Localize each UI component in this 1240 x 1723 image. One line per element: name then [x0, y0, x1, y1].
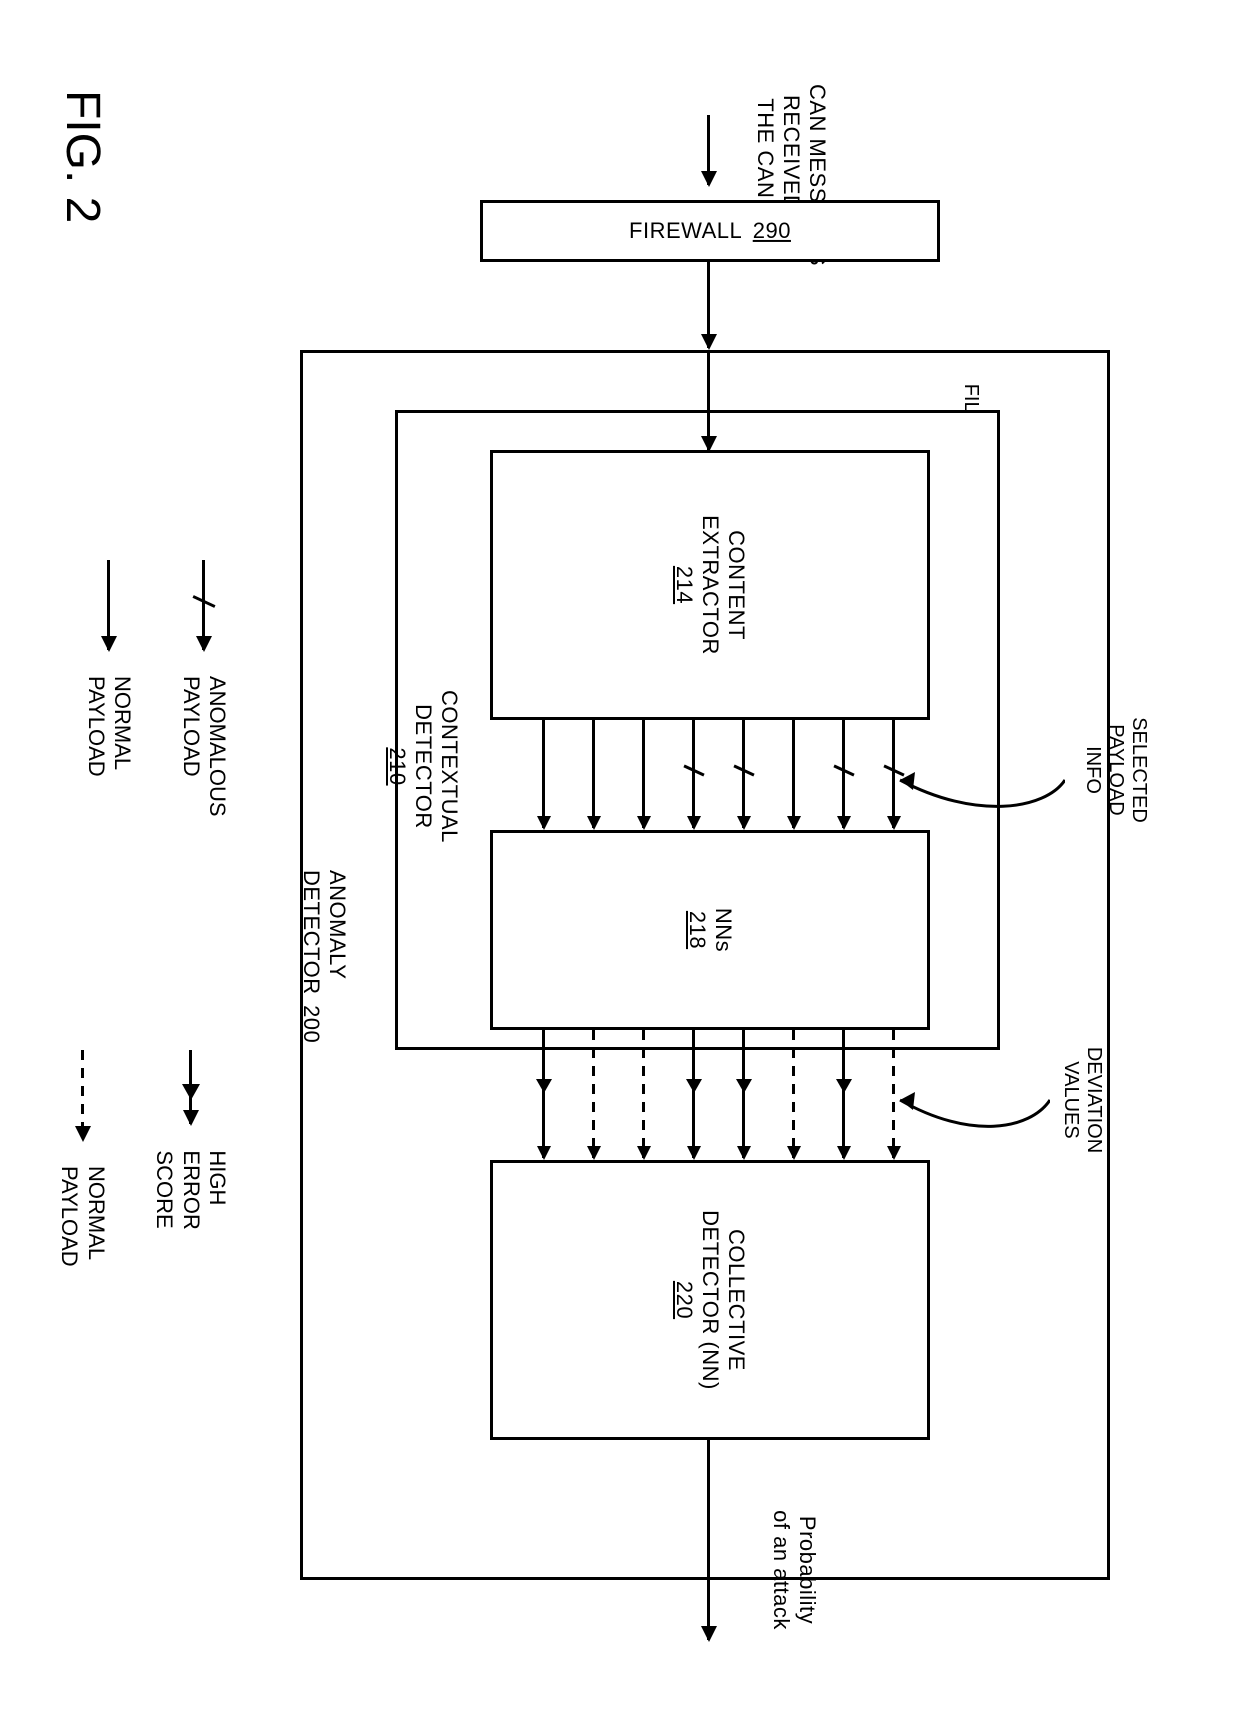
arrow-ce-nn-4	[742, 720, 745, 828]
leader-selected	[895, 740, 1065, 830]
legend-col-left: ANOMALOUS PAYLOAD NORMAL PAYLOAD	[82, 560, 230, 817]
contextual-detector-label: CONTEXTUAL DETECTOR 210	[384, 690, 462, 843]
arrow-ce-nn-5	[692, 720, 695, 828]
arrow-ce-nn-6	[642, 720, 645, 828]
firewall-ref: 290	[753, 218, 791, 243]
arrow-nn-cd-4	[742, 1030, 745, 1158]
legend-anomalous: ANOMALOUS PAYLOAD	[177, 560, 230, 817]
legend-normal-dashed: NORMAL PAYLOAD	[56, 1050, 109, 1267]
arrow-ce-nn-8	[542, 720, 545, 828]
firewall-name: FIREWALL	[629, 218, 742, 243]
anomaly-detector-ref: 200	[299, 1005, 324, 1043]
deviation-values-label: DEVIATION VALUES	[1059, 1010, 1105, 1190]
arrow-nn-cd-8	[542, 1030, 545, 1158]
arrow-nn-cd-6	[642, 1030, 645, 1158]
arrow-ce-nn-7	[592, 720, 595, 828]
legend-col-right: HIGH ERROR SCORE NORMAL PAYLOAD	[56, 1050, 230, 1267]
arrow-ce-nn-2	[842, 720, 845, 828]
arrow-nn-cd-3	[792, 1030, 795, 1158]
selected-payload-label: SELECTED PAYLOAD INFO	[1081, 680, 1150, 860]
anomaly-detector-label: ANOMALY DETECTOR 200	[298, 870, 350, 1043]
legend-anomalous-arrow	[202, 560, 205, 650]
arrow-nn-cd-5	[692, 1030, 695, 1158]
nns-ref: 218	[684, 911, 710, 949]
firewall-box: FIREWALL 290	[480, 200, 940, 262]
collective-detector-ref: 220	[671, 1281, 697, 1319]
collective-detector-name: COLLECTIVE DETECTOR (NN)	[697, 1210, 749, 1390]
legend-high-error: HIGH ERROR SCORE	[151, 1050, 230, 1267]
contextual-detector-name: CONTEXTUAL DETECTOR	[410, 690, 462, 843]
arrow-output	[707, 1440, 710, 1640]
legend-normal-solid-text: NORMAL PAYLOAD	[82, 676, 135, 777]
nns-box: NNs 218	[490, 830, 930, 1030]
figure-label: FIG. 2	[55, 90, 110, 223]
content-extractor-name: CONTENT EXTRACTOR	[697, 515, 749, 655]
arrow-nn-cd-2	[842, 1030, 845, 1158]
leader-deviation	[895, 1060, 1050, 1150]
contextual-detector-ref: 210	[384, 690, 410, 843]
output-label: Probability of an attack	[768, 1470, 820, 1670]
legend-high-error-arrow	[189, 1050, 192, 1124]
anomaly-detector-name: ANOMALY DETECTOR	[299, 870, 350, 995]
content-extractor-ref: 214	[671, 566, 697, 604]
legend-high-error-text: HIGH ERROR SCORE	[151, 1150, 230, 1266]
nns-name: NNs	[710, 908, 736, 952]
arrow-firewall-to-detector	[707, 262, 710, 348]
legend-normal-dashed-text: NORMAL PAYLOAD	[56, 1166, 109, 1267]
arrow-nn-cd-7	[592, 1030, 595, 1158]
content-extractor-box: CONTENT EXTRACTOR 214	[490, 450, 930, 720]
legend-normal-dashed-arrow	[81, 1050, 84, 1140]
legend-normal-solid: NORMAL PAYLOAD	[82, 560, 135, 817]
arrow-into-firewall	[707, 115, 710, 185]
arrow-ce-nn-3	[792, 720, 795, 828]
collective-detector-box: COLLECTIVE DETECTOR (NN) 220	[490, 1160, 930, 1440]
legend-normal-solid-arrow	[107, 560, 110, 650]
legend-anomalous-text: ANOMALOUS PAYLOAD	[177, 676, 230, 817]
arrow-nn-cd-1	[892, 1030, 895, 1158]
arrow-into-content-extractor	[707, 352, 710, 450]
